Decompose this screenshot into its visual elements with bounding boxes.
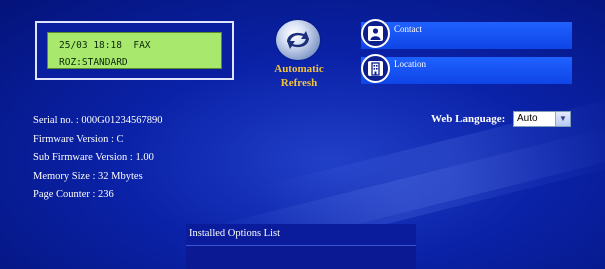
lcd-display-frame: 25/03 18:18 FAX ROZ:STANDARD <box>35 21 234 80</box>
refresh-label-line-2: Refresh <box>280 77 318 89</box>
automatic-refresh-link[interactable]: Automatic Refresh <box>264 62 334 90</box>
location-icon-badge <box>361 54 390 83</box>
building-icon <box>368 61 383 76</box>
contact-link[interactable]: Contact <box>361 19 572 49</box>
web-language-label: Web Language: <box>431 113 506 125</box>
refresh-icon[interactable] <box>276 20 320 60</box>
memory-size: Memory Size : 32 Mbytes <box>33 170 143 182</box>
lcd-display: 25/03 18:18 FAX ROZ:STANDARD <box>47 32 222 69</box>
page-counter: Page Counter : 236 <box>33 189 114 200</box>
chevron-down-icon[interactable]: ▼ <box>555 112 570 126</box>
lcd-line-1: 25/03 18:18 FAX <box>59 40 151 51</box>
status-panel: 25/03 18:18 FAX ROZ:STANDARD Automatic R… <box>0 0 605 269</box>
contact-icon-badge <box>361 19 390 48</box>
contact-label: Contact <box>394 24 422 34</box>
installed-options-header: Installed Options List <box>186 224 416 246</box>
person-icon <box>368 26 383 41</box>
serial-number: Serial no. : 000G01234567890 <box>33 115 163 126</box>
location-link[interactable]: Location <box>361 54 572 84</box>
firmware-version: Firmware Version : C <box>33 133 124 145</box>
web-language-value: Auto <box>517 113 538 124</box>
web-language-select[interactable]: Auto ▼ <box>513 111 571 127</box>
sub-firmware-version: Sub Firmware Version : 1.00 <box>33 152 154 163</box>
location-label: Location <box>394 59 426 69</box>
device-info: Serial no. : 000G01234567890 Firmware Ve… <box>33 112 163 205</box>
lcd-line-2: ROZ:STANDARD <box>59 57 128 68</box>
installed-options-list <box>186 246 416 269</box>
refresh-label-line-1: Automatic <box>274 63 324 75</box>
